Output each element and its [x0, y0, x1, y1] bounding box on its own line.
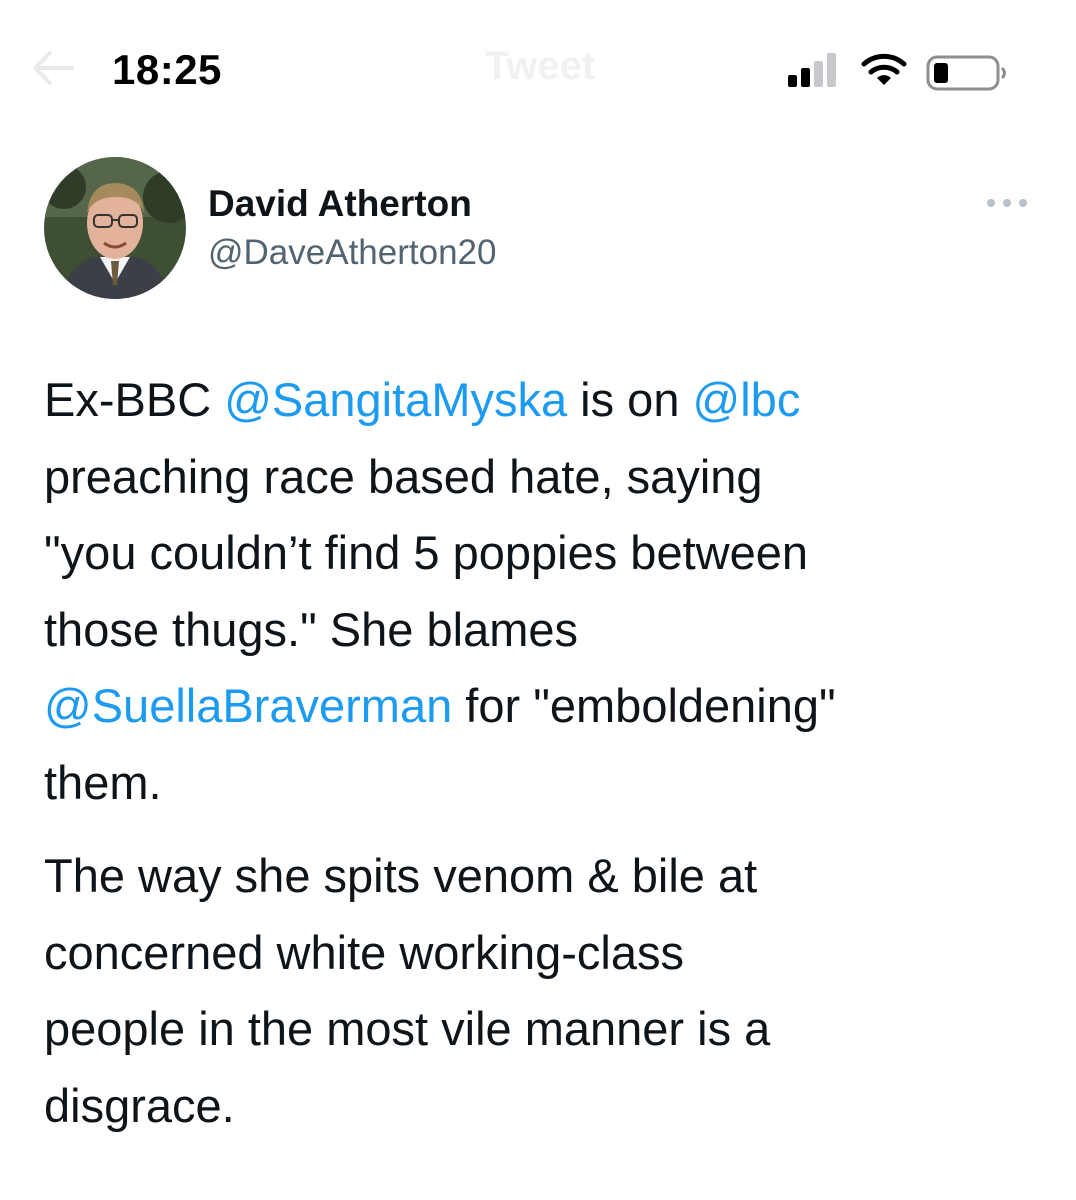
- wifi-icon: [861, 53, 907, 85]
- tweet-paragraph-2: The way she spits venom & bile at concern…: [44, 838, 1044, 1144]
- tweet-text-line: "you couldn’t find 5 poppies between: [44, 526, 809, 579]
- mention-link-sangitamyska[interactable]: @SangitaMyska: [224, 373, 567, 426]
- author-avatar[interactable]: [44, 157, 186, 299]
- tweet-text-line: concerned white working-class: [44, 925, 685, 979]
- status-time: 18:25: [112, 46, 222, 93]
- more-options-icon[interactable]: [984, 196, 1030, 210]
- tweet-text-line: those thugs." She blames: [44, 602, 579, 656]
- author-handle[interactable]: @DaveAtherton20: [208, 233, 496, 273]
- tweet-text-line: people in the most vile manner is a: [44, 1002, 771, 1055]
- status-bar: 18:25 Tweet: [0, 0, 1076, 120]
- tweet-text-line: preaching race based hate, saying: [44, 449, 763, 503]
- tweet-text: Ex-BBC @SangitaMyska is on @lbc preaching…: [44, 362, 1044, 1144]
- author-name[interactable]: David Atherton: [208, 183, 472, 225]
- cellular-signal-icon: [788, 53, 836, 87]
- mention-link-lbc[interactable]: @lbc: [693, 373, 801, 426]
- mention-link-suellabraverman[interactable]: @SuellaBraverman: [44, 679, 452, 732]
- tweet-text-line: them.: [44, 755, 162, 809]
- tweet-text-line: The way she spits venom & bile at: [44, 849, 758, 902]
- header-title: Tweet: [484, 44, 596, 88]
- tweet-text-segment: for "emboldening": [452, 679, 836, 732]
- profile-photo: [44, 157, 186, 299]
- tweet-paragraph-1: Ex-BBC @SangitaMyska is on @lbc preaching…: [44, 362, 1044, 821]
- back-arrow-icon[interactable]: [30, 48, 76, 88]
- battery-icon: [926, 55, 1006, 91]
- tweet-text-segment: Ex-BBC: [44, 373, 225, 426]
- tweet-text-line: disgrace.: [44, 1078, 235, 1132]
- tweet-text-segment: is on: [567, 373, 693, 426]
